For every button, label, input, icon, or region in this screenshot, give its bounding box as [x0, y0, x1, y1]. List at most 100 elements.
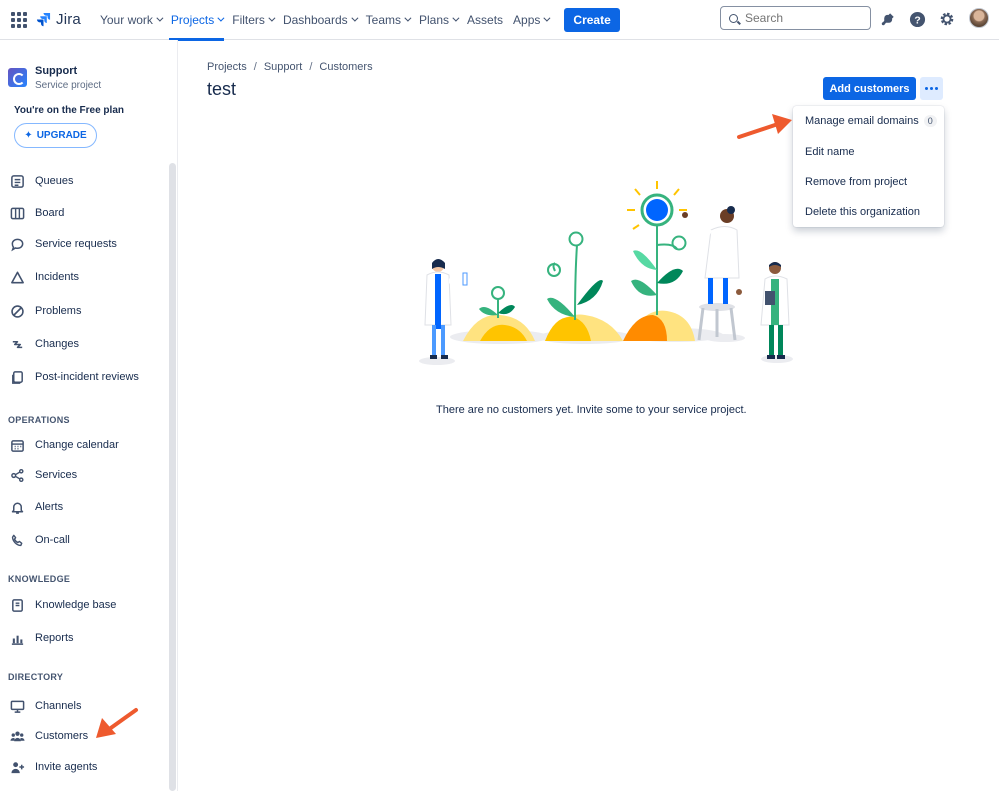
- page-title: test: [207, 79, 237, 99]
- nav-projects[interactable]: Projects: [166, 0, 227, 41]
- upgrade-label: UPGRADE: [36, 130, 87, 141]
- menu-item-label: Edit name: [805, 146, 855, 158]
- chevron-down-icon: [217, 14, 225, 22]
- nav-label: Your work: [99, 12, 153, 27]
- more-actions-button[interactable]: [920, 77, 943, 100]
- svg-text:?: ?: [914, 15, 920, 26]
- nav-label: Dashboards: [282, 12, 348, 27]
- sidebar-item-label: Service requests: [35, 238, 117, 250]
- warning-icon: [9, 269, 25, 285]
- chevron-down-icon: [452, 14, 460, 22]
- chevron-down-icon: [156, 14, 164, 22]
- chevron-down-icon: [351, 14, 359, 22]
- sidebar-item-changes[interactable]: Changes: [0, 332, 165, 356]
- sidebar-item-label: Invite agents: [35, 761, 98, 773]
- actions-dropdown-menu: Manage email domains 0 Edit name Remove …: [793, 106, 944, 227]
- sidebar-item-label: Knowledge base: [35, 599, 117, 611]
- section-directory: DIRECTORY: [8, 672, 64, 682]
- menu-item-delete-organization[interactable]: Delete this organization: [805, 206, 920, 218]
- sidebar-item-label: Problems: [35, 305, 82, 317]
- breadcrumb-separator: /: [253, 61, 257, 73]
- app-switcher-icon[interactable]: [11, 11, 27, 28]
- project-avatar-icon: [8, 68, 27, 87]
- project-type: Service project: [35, 80, 102, 91]
- breadcrumb-projects[interactable]: Projects: [207, 61, 247, 73]
- nav-label: Assets: [467, 12, 504, 27]
- project-header[interactable]: Support Service project: [8, 65, 101, 91]
- breadcrumb-support[interactable]: Support: [264, 61, 303, 73]
- sidebar-item-label: Reports: [35, 632, 74, 644]
- services-icon: [9, 467, 25, 483]
- search-icon: [729, 13, 738, 23]
- sidebar-item-customers[interactable]: Customers: [0, 724, 165, 748]
- sidebar-item-label: Services: [35, 469, 78, 481]
- user-avatar[interactable]: [969, 8, 989, 28]
- problems-icon: [9, 303, 25, 319]
- create-button[interactable]: Create: [564, 7, 620, 32]
- sidebar-item-services[interactable]: Services: [0, 463, 165, 487]
- sidebar-item-queues[interactable]: Queues: [0, 169, 165, 193]
- sidebar-item-channels[interactable]: Channels: [0, 694, 165, 718]
- sidebar: Support Service project You're on the Fr…: [0, 40, 178, 791]
- chat-icon: [9, 236, 25, 252]
- nav-dashboards[interactable]: Dashboards: [278, 0, 361, 40]
- sidebar-item-reports[interactable]: Reports: [0, 626, 165, 650]
- count-badge: 0: [923, 115, 937, 127]
- menu-item-remove-from-project[interactable]: Remove from project: [805, 176, 907, 188]
- sidebar-scrollbar[interactable]: [169, 163, 176, 791]
- add-customers-button[interactable]: Add customers: [823, 77, 916, 100]
- sidebar-item-incidents[interactable]: Incidents: [0, 265, 165, 289]
- settings-gear-icon[interactable]: [937, 9, 957, 29]
- person-add-icon: [9, 759, 25, 775]
- breadcrumb-separator: /: [309, 61, 313, 73]
- people-icon: [9, 728, 25, 744]
- sidebar-item-label: Change calendar: [35, 439, 119, 451]
- menu-item-label: Remove from project: [805, 176, 908, 188]
- nav-assets[interactable]: Assets: [462, 0, 508, 40]
- menu-item-manage-email-domains[interactable]: Manage email domains 0: [805, 115, 937, 127]
- nav-filters[interactable]: Filters: [227, 0, 278, 40]
- notifications-icon[interactable]: [877, 9, 897, 29]
- nav-label: Projects: [170, 12, 215, 27]
- empty-state-message: There are no customers yet. Invite some …: [436, 404, 747, 416]
- nav-label: Teams: [365, 12, 401, 27]
- plan-notice: You're on the Free plan: [14, 105, 124, 116]
- search-box[interactable]: [720, 6, 871, 30]
- queues-icon: [9, 173, 25, 189]
- nav-apps[interactable]: Apps: [508, 0, 553, 40]
- sidebar-item-service-requests[interactable]: Service requests: [0, 232, 165, 256]
- sidebar-item-board[interactable]: Board: [0, 201, 165, 225]
- search-input[interactable]: [745, 11, 855, 25]
- empty-state-illustration: [419, 181, 793, 365]
- sidebar-item-post-incident-reviews[interactable]: Post-incident reviews: [0, 365, 165, 389]
- sidebar-item-invite-agents[interactable]: Invite agents: [0, 755, 165, 779]
- menu-item-edit-name[interactable]: Edit name: [805, 146, 855, 158]
- reports-icon: [9, 630, 25, 646]
- nav-your-work[interactable]: Your work: [95, 0, 166, 40]
- sidebar-item-label: On-call: [35, 534, 70, 546]
- chevron-down-icon: [543, 14, 551, 22]
- project-name: Support: [35, 65, 78, 77]
- nav-label: Apps: [513, 12, 541, 27]
- jira-logo[interactable]: Jira: [36, 11, 81, 28]
- section-operations: OPERATIONS: [8, 415, 70, 425]
- sidebar-item-knowledge-base[interactable]: Knowledge base: [0, 593, 165, 617]
- sidebar-item-problems[interactable]: Problems: [0, 299, 165, 323]
- sidebar-item-on-call[interactable]: On-call: [0, 528, 165, 552]
- nav-plans[interactable]: Plans: [414, 0, 462, 40]
- sidebar-item-alerts[interactable]: Alerts: [0, 495, 165, 519]
- help-icon[interactable]: ?: [907, 9, 927, 29]
- more-dots-icon: [925, 87, 928, 90]
- nav-teams[interactable]: Teams: [361, 0, 414, 40]
- menu-item-label: Delete this organization: [805, 206, 920, 218]
- jira-logo-icon: [36, 12, 51, 27]
- nav-label: Filters: [232, 12, 265, 27]
- annotation-arrow-icon: [96, 708, 138, 738]
- breadcrumb-customers[interactable]: Customers: [319, 61, 372, 73]
- changes-icon: [9, 336, 25, 352]
- breadcrumb: Projects / Support / Customers: [207, 61, 373, 73]
- phone-icon: [9, 532, 25, 548]
- sidebar-item-change-calendar[interactable]: Change calendar: [0, 433, 165, 457]
- upgrade-button[interactable]: ✦ UPGRADE: [14, 123, 97, 148]
- nav-label: Plans: [419, 12, 450, 27]
